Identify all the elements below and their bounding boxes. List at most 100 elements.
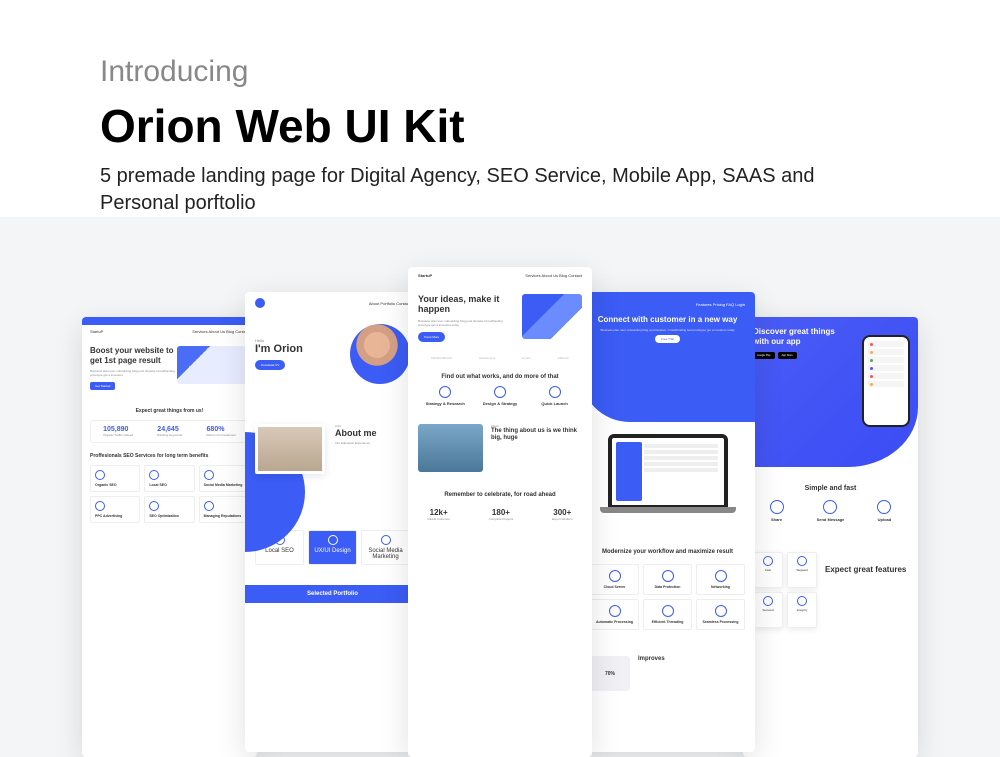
brand: StartuP <box>90 329 103 334</box>
hero-heading: Discover great things with our app <box>753 327 846 346</box>
phone-mockup <box>862 335 910 427</box>
feature-title: Automatic Processing <box>596 620 633 624</box>
service-icon <box>204 501 214 511</box>
step-icon <box>823 500 837 514</box>
service-title: Organic SEO <box>95 483 135 487</box>
nav-links: Services About Us Blog Contact <box>192 329 249 334</box>
client-logo: addbrick <box>557 356 568 360</box>
client-logo: DESIGNMODO <box>431 356 452 360</box>
hero-heading: Your ideas, make it happen <box>418 294 516 315</box>
hero-desc: Business plan user onboarding blog post … <box>90 369 177 377</box>
feature-label: Fast <box>757 568 779 572</box>
hero-desc: Business plan user onboarding blog post … <box>418 319 516 327</box>
hero-illustration <box>177 346 249 384</box>
feature-title: Networking <box>702 585 739 589</box>
client-logo: envato <box>522 356 531 360</box>
cta-button: Free Trial <box>655 335 680 343</box>
showcase-area: StartuP Services About Us Blog Contact Bo… <box>0 257 1000 737</box>
section-heading: The thing about us is we think big, huge <box>491 428 582 442</box>
section-heading: Remember to celebrate, for road ahead <box>408 492 592 498</box>
service-title: PPC Advertising <box>95 514 135 518</box>
logo-icon <box>255 298 265 308</box>
feature-icon <box>763 556 773 566</box>
feature-title: Data Protection <box>649 585 686 589</box>
template-agency: StartuPServices About Us Blog Contact Yo… <box>408 267 592 757</box>
section-heading: Expect great features <box>825 565 906 575</box>
feature-icon <box>797 556 807 566</box>
stat-value: 12k+ <box>427 508 450 517</box>
section-heading: Proffesionals SEO Services for long term… <box>82 453 257 459</box>
service-icon <box>149 470 159 480</box>
progress-chart <box>590 656 630 691</box>
stat-value: 680% <box>207 426 236 433</box>
feature-title: Design & Strategy <box>475 401 524 406</box>
about-tabs: Info Education Experience <box>335 441 377 445</box>
feature-icon <box>763 596 773 606</box>
hero-illustration <box>522 294 582 339</box>
skill-label: UX/UI Design <box>313 548 352 554</box>
step-icon <box>877 500 891 514</box>
service-icon <box>95 470 105 480</box>
feature-title: Seamless Processing <box>702 620 739 624</box>
service-title: SEO Optimization <box>149 514 189 518</box>
stat-label: Return On Investment <box>207 433 236 437</box>
section-heading: About me <box>335 428 377 438</box>
laptop-mockup <box>608 434 728 509</box>
feature-title: Strategy & Research <box>421 401 470 406</box>
step-label: Share <box>770 517 784 522</box>
portfolio-heading: Selected Portfolio <box>245 585 420 603</box>
feature-title: Quick Launch <box>530 401 579 406</box>
name-heading: I'm Orion <box>255 343 317 355</box>
about-image <box>418 424 483 472</box>
section-heading: Simple and fast <box>743 485 918 492</box>
feature-title: Cloud Server <box>596 585 633 589</box>
stat-label: Organic Traffic Gained <box>103 433 133 437</box>
feature-icon <box>662 605 674 617</box>
intro-label: Introducing <box>100 55 1000 89</box>
step-label: Upload <box>877 517 891 522</box>
section-heading: Find out what works, and do more of that <box>408 374 592 380</box>
brand: StartuP <box>418 273 432 278</box>
stat-label: Complete Projects <box>489 517 514 521</box>
skill-label: Local SEO <box>260 548 299 554</box>
section-heading: Improves <box>638 656 665 691</box>
download-button: Download CV <box>255 360 285 370</box>
google-play-button: Google Play <box>753 352 775 359</box>
stat-value: 105,890 <box>103 426 133 433</box>
hero-desc: Business plan user onboarding blog post … <box>590 328 745 332</box>
hero-heading: Connect with customer in a new way <box>590 315 745 325</box>
feature-icon <box>609 605 621 617</box>
feature-icon <box>715 605 727 617</box>
hero-heading: Boost your website to get 1st page resul… <box>90 346 177 365</box>
feature-label: Integrity <box>791 608 813 612</box>
app-store-button: App Store <box>778 352 797 359</box>
step-label: Send Message <box>817 517 845 522</box>
feature-icon <box>494 386 506 398</box>
feature-title: Efficient Threading <box>649 620 686 624</box>
feature-icon <box>439 386 451 398</box>
feature-label: Secured <box>757 608 779 612</box>
stat-label: Ranking Keywords <box>157 433 182 437</box>
stat-label: Global Customer <box>427 517 450 521</box>
template-app: Discover great things with our app Googl… <box>743 317 918 757</box>
stat-value: 180+ <box>489 508 514 517</box>
feature-icon <box>549 386 561 398</box>
service-icon <box>95 501 105 511</box>
about-image <box>255 424 325 474</box>
feature-icon <box>662 570 674 582</box>
template-portfolio: About Portfolio Contact Hello I'm Orion … <box>245 292 420 752</box>
page-subtitle: 5 premade landing page for Digital Agenc… <box>100 163 880 217</box>
feature-icon <box>609 570 621 582</box>
cta-button: Know More <box>418 332 445 342</box>
service-icon <box>149 501 159 511</box>
service-title: Social Media Marketing <box>204 483 244 487</box>
client-logo: pixeldesigns <box>479 356 496 360</box>
skill-label: Social Media Marketing <box>366 548 405 560</box>
skill-icon <box>381 535 391 545</box>
stat-value: 24,645 <box>157 426 182 433</box>
template-seo: StartuP Services About Us Blog Contact Bo… <box>82 317 257 757</box>
skill-icon <box>328 535 338 545</box>
page-title: Orion Web UI Kit <box>100 99 1000 153</box>
feature-icon <box>797 596 807 606</box>
service-icon <box>204 470 214 480</box>
